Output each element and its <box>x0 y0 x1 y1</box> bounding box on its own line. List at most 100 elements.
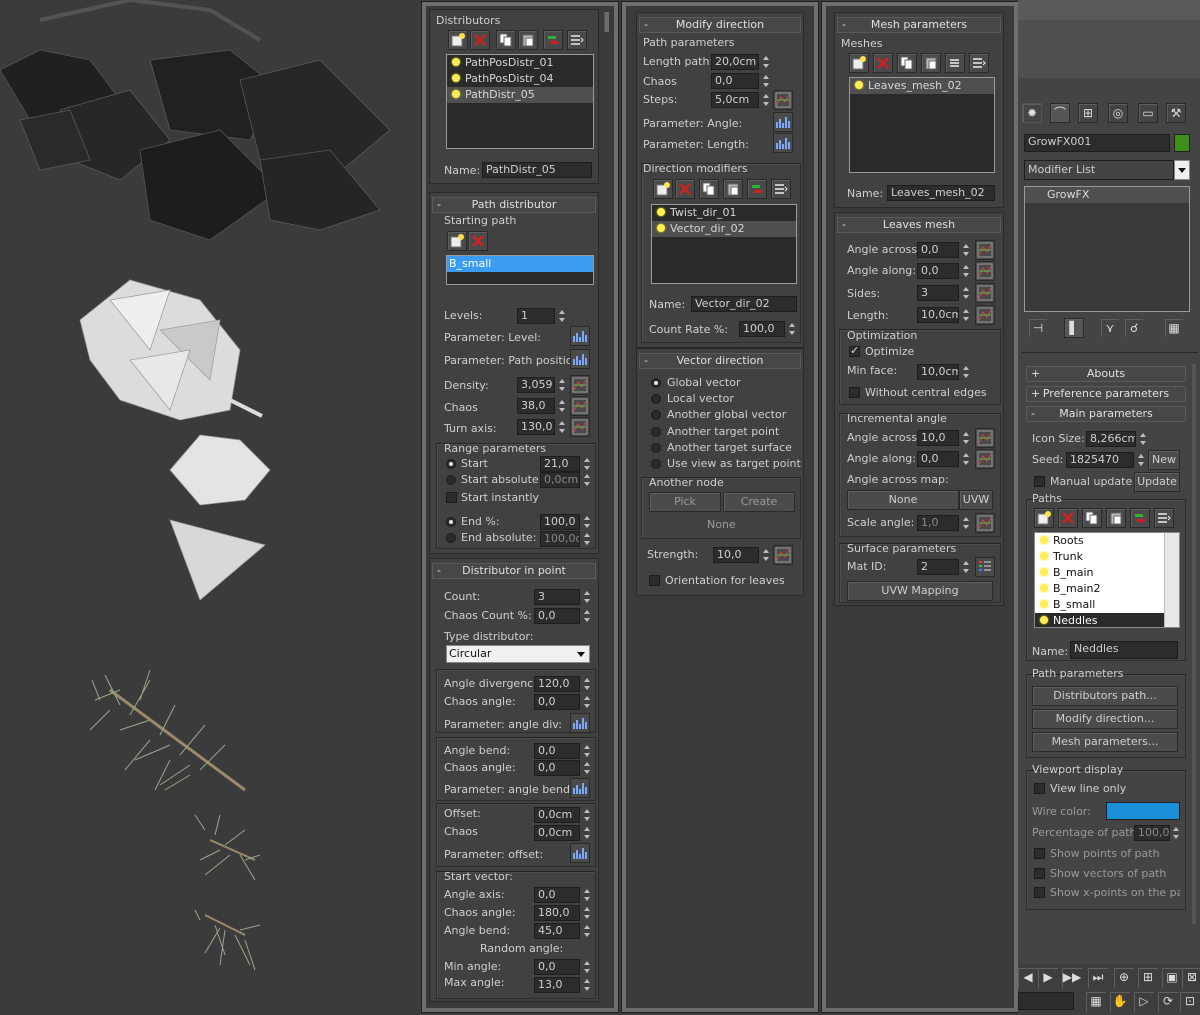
object-color-swatch[interactable] <box>1174 134 1190 152</box>
copy-icon[interactable] <box>897 53 917 73</box>
uvw-button[interactable]: UVW <box>959 490 993 510</box>
motion-tab-icon[interactable]: ◎ <box>1108 103 1128 123</box>
modifier-stack[interactable]: GrowFX <box>1024 186 1190 312</box>
show-end-result-icon[interactable]: ▌ <box>1064 318 1084 338</box>
stack-item-growfx[interactable]: GrowFX <box>1025 187 1189 203</box>
add-modifier-button[interactable] <box>653 179 673 199</box>
move-icon[interactable] <box>945 53 965 73</box>
delete-icon[interactable] <box>675 179 695 199</box>
display-tab-icon[interactable]: ▭ <box>1138 103 1158 123</box>
chaos-offset-spinner[interactable]: 0,0cm <box>534 825 580 841</box>
start-radio[interactable] <box>446 459 456 469</box>
abouts-header[interactable]: + Abouts <box>1026 366 1186 382</box>
list-item[interactable]: Vector_dir_02 <box>652 221 796 237</box>
spinner-arrows[interactable] <box>582 531 592 547</box>
object-name-input[interactable]: GrowFX001 <box>1024 134 1170 152</box>
angle-bend2-spinner[interactable]: 45,0 <box>534 923 580 939</box>
list-item[interactable]: Roots <box>1035 533 1179 549</box>
new-seed-button[interactable]: New <box>1148 450 1180 470</box>
curve-graph-icon[interactable] <box>570 778 590 798</box>
spinner-arrows[interactable] <box>582 807 592 823</box>
meshes-list[interactable]: Leaves_mesh_02 <box>849 77 995 173</box>
fov-icon[interactable]: ▷ <box>1134 992 1154 1012</box>
map-curve-icon[interactable] <box>975 513 995 533</box>
spinner-arrows[interactable] <box>582 743 592 759</box>
spinner-arrows[interactable] <box>1171 825 1181 841</box>
pin-stack-icon[interactable]: ⊣ <box>1028 318 1048 338</box>
preference-header[interactable]: + Preference parameters <box>1026 386 1186 402</box>
list-item[interactable]: B_main2 <box>1035 581 1179 597</box>
prev-frame-icon[interactable]: ◀ <box>1018 968 1038 988</box>
min-face-spinner[interactable]: 10,0cm <box>917 364 959 380</box>
frame-input[interactable] <box>1018 992 1074 1010</box>
view-line-only-checkbox[interactable] <box>1034 783 1045 794</box>
icon-size-spinner[interactable]: 8,266cm <box>1086 431 1136 447</box>
another-global-vector-radio[interactable] <box>651 410 661 420</box>
move-icon[interactable] <box>1130 508 1150 528</box>
spinner-arrows[interactable] <box>582 456 592 472</box>
list-item[interactable]: PathDistr_05 <box>447 87 593 103</box>
create-button[interactable]: Create <box>723 492 795 512</box>
strength-spinner[interactable]: 10,0 <box>713 547 759 563</box>
spinner-arrows[interactable] <box>961 307 971 323</box>
map-curve-icon[interactable] <box>975 305 995 325</box>
mesh-name-input[interactable]: Leaves_mesh_02 <box>887 185 995 201</box>
paste-icon[interactable] <box>518 30 538 50</box>
add-path-button[interactable] <box>1034 508 1054 528</box>
spinner-arrows[interactable] <box>961 364 971 380</box>
end-absolute-radio[interactable] <box>446 533 456 543</box>
zoom-extents-all-icon[interactable]: ⊠ <box>1182 968 1200 988</box>
curve-graph-icon[interactable] <box>570 713 590 733</box>
path-distributor-header[interactable]: - Path distributor <box>432 197 596 213</box>
angle-along-spinner[interactable]: 0,0 <box>917 263 959 279</box>
without-central-checkbox[interactable] <box>849 387 860 398</box>
count-rate-spinner[interactable]: 100,0 <box>739 321 785 337</box>
play-icon[interactable]: ▶ <box>1038 968 1058 988</box>
make-unique-icon[interactable]: ⋎ <box>1100 318 1120 338</box>
levels-spinner[interactable]: 1 <box>517 308 555 324</box>
panel-scrollbar[interactable] <box>1192 364 1196 924</box>
spinner-arrows[interactable] <box>1138 431 1148 447</box>
create-tab-icon[interactable]: ✹ <box>1022 103 1042 123</box>
map-curve-icon[interactable] <box>570 375 590 395</box>
main-parameters-header[interactable]: - Main parameters <box>1026 406 1186 422</box>
spinner-arrows[interactable] <box>557 398 567 414</box>
spinner-arrows[interactable] <box>761 92 771 108</box>
optimize-checkbox[interactable] <box>849 344 860 357</box>
distributor-name-input[interactable]: PathDistr_05 <box>482 162 592 178</box>
chaos-angle-spinner[interactable]: 180,0 <box>534 905 580 921</box>
go-to-end-icon[interactable]: ⏭ <box>1088 968 1108 988</box>
uvw-mapping-button[interactable]: UVW Mapping <box>847 581 993 601</box>
starting-path-list[interactable]: B_small <box>446 255 594 285</box>
spinner-arrows[interactable] <box>582 694 592 710</box>
scale-angle-spinner[interactable]: 1,0 <box>917 515 959 531</box>
options-icon[interactable] <box>1154 508 1174 528</box>
count-spinner[interactable]: 3 <box>534 589 580 605</box>
steps-spinner[interactable]: 5,0cm <box>711 92 759 108</box>
spinner-arrows[interactable] <box>761 73 771 89</box>
wire-color-swatch[interactable] <box>1106 802 1180 820</box>
distributors-path-button[interactable]: Distributors path... <box>1032 686 1178 706</box>
copy-icon[interactable] <box>699 179 719 199</box>
density-spinner[interactable]: 3,059 <box>517 377 555 393</box>
spinner-arrows[interactable] <box>582 905 592 921</box>
spinner-arrows[interactable] <box>582 959 592 975</box>
move-icon[interactable] <box>543 30 563 50</box>
list-item[interactable]: Trunk <box>1035 549 1179 565</box>
spinner-arrows[interactable] <box>961 242 971 258</box>
delete-icon[interactable] <box>1058 508 1078 528</box>
spinner-arrows[interactable] <box>582 887 592 903</box>
modifier-name-input[interactable]: Vector_dir_02 <box>691 296 797 312</box>
modify-tab-icon[interactable]: ⌒ <box>1050 103 1070 123</box>
spinner-arrows[interactable] <box>1136 452 1146 468</box>
show-xpoints-checkbox[interactable] <box>1034 887 1045 898</box>
angle-axis-spinner[interactable]: 0,0 <box>534 887 580 903</box>
end-spinner[interactable]: 100,0 <box>540 514 580 530</box>
chaos-angle-spinner[interactable]: 0,0 <box>534 694 580 710</box>
paste-icon[interactable] <box>1106 508 1126 528</box>
spinner-arrows[interactable] <box>582 923 592 939</box>
use-view-target-radio[interactable] <box>651 459 661 469</box>
spinner-arrows[interactable] <box>761 54 771 70</box>
sides-spinner[interactable]: 3 <box>917 285 959 301</box>
end-absolute-spinner[interactable]: 100,0c <box>540 531 580 547</box>
